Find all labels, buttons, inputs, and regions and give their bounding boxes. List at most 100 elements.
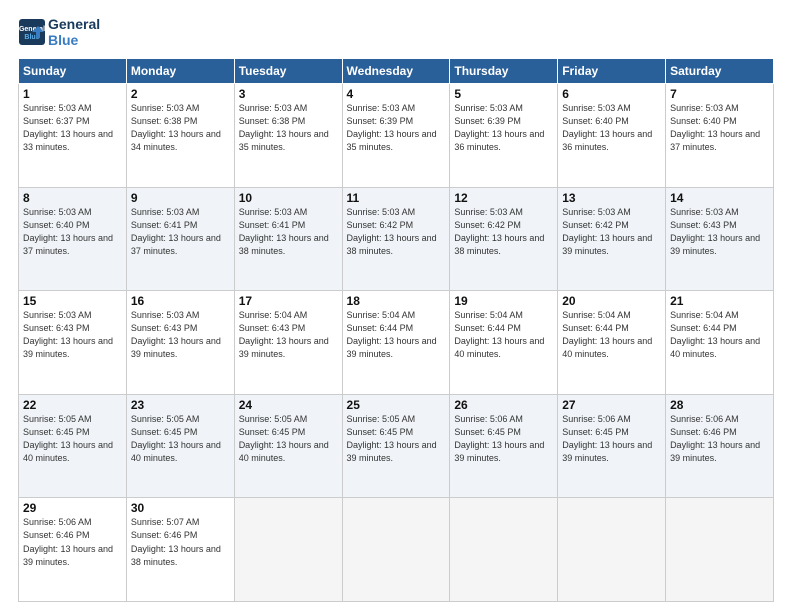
logo-text-blue: Blue	[48, 32, 100, 48]
day-number: 21	[670, 294, 769, 308]
calendar-cell	[234, 498, 342, 602]
calendar-cell: 2Sunrise: 5:03 AMSunset: 6:38 PMDaylight…	[126, 84, 234, 188]
day-info: Sunrise: 5:05 AMSunset: 6:45 PMDaylight:…	[23, 413, 122, 465]
day-number: 28	[670, 398, 769, 412]
weekday-header-thursday: Thursday	[450, 59, 558, 84]
day-number: 17	[239, 294, 338, 308]
day-info: Sunrise: 5:04 AMSunset: 6:43 PMDaylight:…	[239, 309, 338, 361]
day-number: 24	[239, 398, 338, 412]
day-number: 20	[562, 294, 661, 308]
day-number: 8	[23, 191, 122, 205]
day-info: Sunrise: 5:06 AMSunset: 6:46 PMDaylight:…	[23, 516, 122, 568]
calendar-cell: 26Sunrise: 5:06 AMSunset: 6:45 PMDayligh…	[450, 394, 558, 498]
weekday-header-wednesday: Wednesday	[342, 59, 450, 84]
logo-text-general: General	[48, 16, 100, 32]
calendar-cell	[342, 498, 450, 602]
weekday-header-row: SundayMondayTuesdayWednesdayThursdayFrid…	[19, 59, 774, 84]
day-info: Sunrise: 5:06 AMSunset: 6:45 PMDaylight:…	[454, 413, 553, 465]
calendar-cell: 7Sunrise: 5:03 AMSunset: 6:40 PMDaylight…	[666, 84, 774, 188]
day-info: Sunrise: 5:03 AMSunset: 6:43 PMDaylight:…	[131, 309, 230, 361]
calendar-cell: 30Sunrise: 5:07 AMSunset: 6:46 PMDayligh…	[126, 498, 234, 602]
day-number: 11	[347, 191, 446, 205]
week-row-3: 15Sunrise: 5:03 AMSunset: 6:43 PMDayligh…	[19, 291, 774, 395]
day-number: 9	[131, 191, 230, 205]
week-row-1: 1Sunrise: 5:03 AMSunset: 6:37 PMDaylight…	[19, 84, 774, 188]
day-info: Sunrise: 5:03 AMSunset: 6:39 PMDaylight:…	[347, 102, 446, 154]
calendar-cell: 11Sunrise: 5:03 AMSunset: 6:42 PMDayligh…	[342, 187, 450, 291]
calendar-cell: 3Sunrise: 5:03 AMSunset: 6:38 PMDaylight…	[234, 84, 342, 188]
day-number: 25	[347, 398, 446, 412]
calendar-cell: 25Sunrise: 5:05 AMSunset: 6:45 PMDayligh…	[342, 394, 450, 498]
day-number: 12	[454, 191, 553, 205]
day-info: Sunrise: 5:03 AMSunset: 6:40 PMDaylight:…	[562, 102, 661, 154]
day-number: 13	[562, 191, 661, 205]
weekday-header-sunday: Sunday	[19, 59, 127, 84]
day-number: 7	[670, 87, 769, 101]
calendar-cell	[558, 498, 666, 602]
day-info: Sunrise: 5:03 AMSunset: 6:42 PMDaylight:…	[347, 206, 446, 258]
day-info: Sunrise: 5:03 AMSunset: 6:40 PMDaylight:…	[670, 102, 769, 154]
calendar-cell: 27Sunrise: 5:06 AMSunset: 6:45 PMDayligh…	[558, 394, 666, 498]
day-info: Sunrise: 5:03 AMSunset: 6:42 PMDaylight:…	[454, 206, 553, 258]
day-number: 10	[239, 191, 338, 205]
day-info: Sunrise: 5:03 AMSunset: 6:41 PMDaylight:…	[131, 206, 230, 258]
day-info: Sunrise: 5:05 AMSunset: 6:45 PMDaylight:…	[131, 413, 230, 465]
weekday-header-friday: Friday	[558, 59, 666, 84]
calendar-cell: 19Sunrise: 5:04 AMSunset: 6:44 PMDayligh…	[450, 291, 558, 395]
day-info: Sunrise: 5:03 AMSunset: 6:40 PMDaylight:…	[23, 206, 122, 258]
day-info: Sunrise: 5:05 AMSunset: 6:45 PMDaylight:…	[347, 413, 446, 465]
calendar-cell: 12Sunrise: 5:03 AMSunset: 6:42 PMDayligh…	[450, 187, 558, 291]
day-info: Sunrise: 5:03 AMSunset: 6:41 PMDaylight:…	[239, 206, 338, 258]
calendar-table: SundayMondayTuesdayWednesdayThursdayFrid…	[18, 58, 774, 602]
day-info: Sunrise: 5:04 AMSunset: 6:44 PMDaylight:…	[454, 309, 553, 361]
day-info: Sunrise: 5:03 AMSunset: 6:37 PMDaylight:…	[23, 102, 122, 154]
calendar-cell	[666, 498, 774, 602]
calendar-cell: 15Sunrise: 5:03 AMSunset: 6:43 PMDayligh…	[19, 291, 127, 395]
day-info: Sunrise: 5:07 AMSunset: 6:46 PMDaylight:…	[131, 516, 230, 568]
logo: General Blue General Blue	[18, 16, 100, 48]
calendar-page: General Blue General Blue SundayMondayTu…	[0, 0, 792, 612]
day-number: 27	[562, 398, 661, 412]
day-number: 26	[454, 398, 553, 412]
week-row-5: 29Sunrise: 5:06 AMSunset: 6:46 PMDayligh…	[19, 498, 774, 602]
calendar-cell: 5Sunrise: 5:03 AMSunset: 6:39 PMDaylight…	[450, 84, 558, 188]
calendar-cell: 22Sunrise: 5:05 AMSunset: 6:45 PMDayligh…	[19, 394, 127, 498]
calendar-cell: 28Sunrise: 5:06 AMSunset: 6:46 PMDayligh…	[666, 394, 774, 498]
day-number: 16	[131, 294, 230, 308]
day-info: Sunrise: 5:04 AMSunset: 6:44 PMDaylight:…	[670, 309, 769, 361]
calendar-cell: 1Sunrise: 5:03 AMSunset: 6:37 PMDaylight…	[19, 84, 127, 188]
day-number: 18	[347, 294, 446, 308]
day-info: Sunrise: 5:03 AMSunset: 6:43 PMDaylight:…	[670, 206, 769, 258]
day-info: Sunrise: 5:03 AMSunset: 6:38 PMDaylight:…	[239, 102, 338, 154]
day-number: 6	[562, 87, 661, 101]
calendar-cell: 17Sunrise: 5:04 AMSunset: 6:43 PMDayligh…	[234, 291, 342, 395]
day-number: 19	[454, 294, 553, 308]
day-info: Sunrise: 5:04 AMSunset: 6:44 PMDaylight:…	[347, 309, 446, 361]
calendar-cell: 29Sunrise: 5:06 AMSunset: 6:46 PMDayligh…	[19, 498, 127, 602]
calendar-cell: 9Sunrise: 5:03 AMSunset: 6:41 PMDaylight…	[126, 187, 234, 291]
day-number: 15	[23, 294, 122, 308]
calendar-cell: 24Sunrise: 5:05 AMSunset: 6:45 PMDayligh…	[234, 394, 342, 498]
day-number: 30	[131, 501, 230, 515]
week-row-2: 8Sunrise: 5:03 AMSunset: 6:40 PMDaylight…	[19, 187, 774, 291]
day-number: 23	[131, 398, 230, 412]
calendar-cell: 4Sunrise: 5:03 AMSunset: 6:39 PMDaylight…	[342, 84, 450, 188]
week-row-4: 22Sunrise: 5:05 AMSunset: 6:45 PMDayligh…	[19, 394, 774, 498]
day-info: Sunrise: 5:06 AMSunset: 6:45 PMDaylight:…	[562, 413, 661, 465]
header: General Blue General Blue	[18, 16, 774, 48]
calendar-cell: 16Sunrise: 5:03 AMSunset: 6:43 PMDayligh…	[126, 291, 234, 395]
calendar-cell: 8Sunrise: 5:03 AMSunset: 6:40 PMDaylight…	[19, 187, 127, 291]
day-info: Sunrise: 5:03 AMSunset: 6:39 PMDaylight:…	[454, 102, 553, 154]
day-number: 5	[454, 87, 553, 101]
day-number: 4	[347, 87, 446, 101]
day-info: Sunrise: 5:03 AMSunset: 6:43 PMDaylight:…	[23, 309, 122, 361]
logo-icon: General Blue	[18, 18, 46, 46]
calendar-cell: 23Sunrise: 5:05 AMSunset: 6:45 PMDayligh…	[126, 394, 234, 498]
day-number: 2	[131, 87, 230, 101]
calendar-cell: 21Sunrise: 5:04 AMSunset: 6:44 PMDayligh…	[666, 291, 774, 395]
calendar-cell: 18Sunrise: 5:04 AMSunset: 6:44 PMDayligh…	[342, 291, 450, 395]
day-number: 29	[23, 501, 122, 515]
calendar-cell: 10Sunrise: 5:03 AMSunset: 6:41 PMDayligh…	[234, 187, 342, 291]
calendar-cell: 20Sunrise: 5:04 AMSunset: 6:44 PMDayligh…	[558, 291, 666, 395]
day-info: Sunrise: 5:04 AMSunset: 6:44 PMDaylight:…	[562, 309, 661, 361]
